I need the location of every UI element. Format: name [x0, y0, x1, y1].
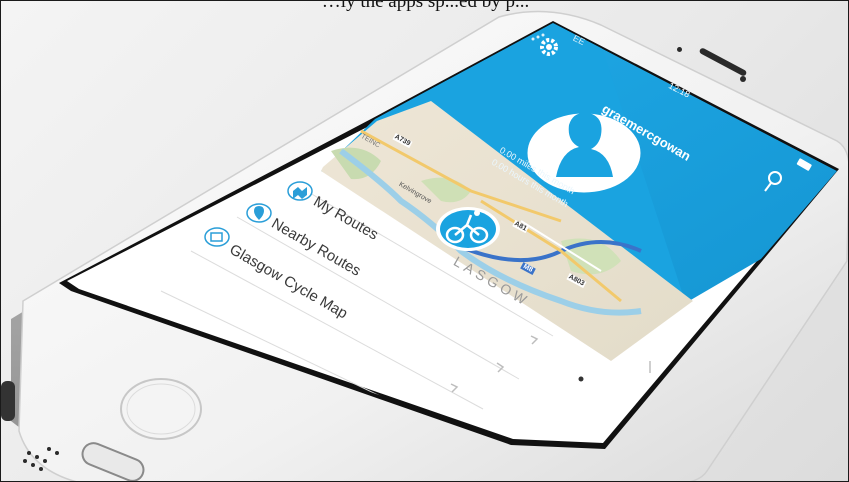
headphone-jack	[1, 381, 15, 421]
location-pin-icon	[246, 203, 272, 223]
screenshot-frame: …ly the apps sp...ed by p... EE 12:18 gr…	[0, 0, 849, 482]
map-icon	[287, 181, 313, 201]
map-grid-icon	[204, 227, 230, 247]
microphone-hole	[578, 376, 584, 382]
antenna-line	[649, 361, 651, 373]
phone-device: EE 12:18 graemercgowan 0.00 miles this m…	[1, 1, 848, 481]
home-button[interactable]	[120, 378, 202, 440]
cycle-button[interactable]	[436, 207, 500, 251]
